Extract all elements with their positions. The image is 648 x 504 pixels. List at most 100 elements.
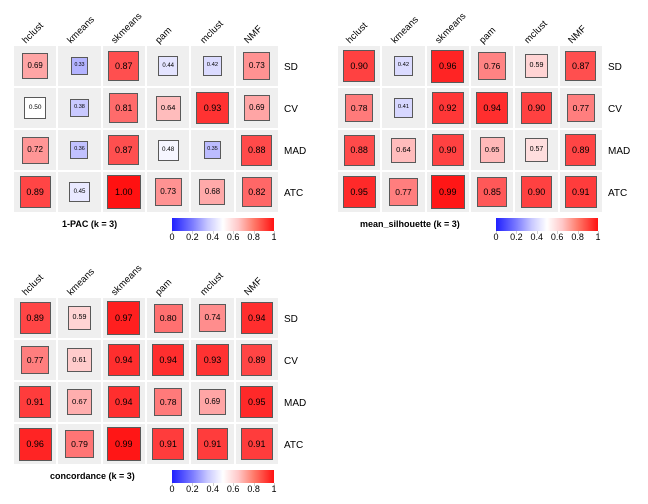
heatmap-cell-pam-sd[interactable]: 0.80 bbox=[147, 298, 192, 340]
legend-tick-labels: 0 0.2 0.4 0.6 0.8 1 bbox=[169, 483, 277, 498]
heatmap-cell-nmf-atc[interactable]: 0.91 bbox=[559, 172, 604, 214]
heatmap-cell-pam-sd[interactable]: 0.44 bbox=[147, 46, 192, 88]
legend-tick-0.2: 0.2 bbox=[186, 484, 199, 494]
heatmap-cell-skmeans-cv[interactable]: 0.81 bbox=[102, 88, 147, 130]
heatmap-cell-pam-atc[interactable]: 0.91 bbox=[147, 424, 192, 466]
heatmap-cell-skmeans-atc[interactable]: 0.99 bbox=[102, 424, 147, 466]
cell-square: 0.89 bbox=[241, 344, 273, 376]
heatmap-cell-skmeans-sd[interactable]: 0.97 bbox=[102, 298, 147, 340]
heatmap-cell-nmf-sd[interactable]: 0.94 bbox=[235, 298, 280, 340]
heatmap-cell-skmeans-cv[interactable]: 0.92 bbox=[426, 88, 471, 130]
heatmap-cell-kmeans-cv[interactable]: 0.61 bbox=[58, 340, 103, 382]
heatmap-cell-kmeans-sd[interactable]: 0.42 bbox=[382, 46, 427, 88]
heatmap-cell-skmeans-mad[interactable]: 0.94 bbox=[102, 382, 147, 424]
heatmap-cell-kmeans-atc[interactable]: 0.77 bbox=[382, 172, 427, 214]
heatmap-cell-kmeans-mad[interactable]: 0.64 bbox=[382, 130, 427, 172]
heatmap-cell-skmeans-atc[interactable]: 0.99 bbox=[426, 172, 471, 214]
heatmap-cell-pam-sd[interactable]: 0.76 bbox=[471, 46, 516, 88]
heatmap-cell-nmf-cv[interactable]: 0.77 bbox=[559, 88, 604, 130]
cell-square: 0.77 bbox=[566, 93, 595, 123]
heatmap-cell-hclust-atc[interactable]: 0.96 bbox=[14, 424, 59, 466]
heatmap-cell-pam-atc[interactable]: 0.85 bbox=[471, 172, 516, 214]
heatmap-cell-hclust-mad[interactable]: 0.88 bbox=[338, 130, 383, 172]
cell-value-label: 0.99 bbox=[115, 438, 133, 449]
heatmap-cell-hclust-atc[interactable]: 0.89 bbox=[14, 172, 59, 214]
cell-square: 0.82 bbox=[242, 177, 272, 207]
heatmap-cell-kmeans-mad[interactable]: 0.67 bbox=[58, 382, 103, 424]
heatmap-cell-hclust-mad[interactable]: 0.72 bbox=[14, 130, 59, 172]
heatmap-cell-kmeans-cv[interactable]: 0.38 bbox=[58, 88, 103, 130]
heatmap-cell-skmeans-cv[interactable]: 0.94 bbox=[102, 340, 147, 382]
heatmap-cell-nmf-cv[interactable]: 0.69 bbox=[235, 88, 280, 130]
heatmap-cell-pam-mad[interactable]: 0.78 bbox=[147, 382, 192, 424]
heatmap-cell-skmeans-atc[interactable]: 1.00 bbox=[102, 172, 147, 214]
cell-value-label: 0.93 bbox=[203, 354, 222, 365]
heatmap-row: 0.88 0.64 0.90 0.65 0.57 0.89 bbox=[338, 130, 604, 172]
heatmap-cell-nmf-mad[interactable]: 0.95 bbox=[235, 382, 280, 424]
heatmap-cell-mclust-mad[interactable]: 0.57 bbox=[515, 130, 560, 172]
heatmap-cell-hclust-cv[interactable]: 0.77 bbox=[14, 340, 59, 382]
legend-tick-1: 1 bbox=[595, 232, 601, 242]
cell-value-label: 0.94 bbox=[483, 102, 501, 113]
heatmap-cell-skmeans-sd[interactable]: 0.96 bbox=[426, 46, 471, 88]
cell-square: 0.87 bbox=[108, 50, 140, 82]
heatmap-cell-mclust-atc[interactable]: 0.90 bbox=[515, 172, 560, 214]
heatmap-cell-mclust-sd[interactable]: 0.42 bbox=[191, 46, 236, 88]
heatmap-cell-kmeans-atc[interactable]: 0.79 bbox=[58, 424, 103, 466]
column-header-mclust: mclust bbox=[521, 18, 550, 46]
column-header-hclust: hclust bbox=[20, 272, 47, 298]
heatmap-cell-skmeans-mad[interactable]: 0.87 bbox=[102, 130, 147, 172]
heatmap-cell-hclust-atc[interactable]: 0.95 bbox=[338, 172, 383, 214]
heatmap-cell-kmeans-sd[interactable]: 0.59 bbox=[58, 298, 103, 340]
heatmap-row: 0.77 0.61 0.94 0.94 0.93 0.89 bbox=[14, 340, 280, 382]
column-header-hclust: hclust bbox=[20, 20, 47, 46]
heatmap-cell-hclust-mad[interactable]: 0.91 bbox=[14, 382, 59, 424]
heatmap-cell-nmf-mad[interactable]: 0.89 bbox=[559, 130, 604, 172]
cell-square: 1.00 bbox=[106, 175, 141, 209]
heatmap-cell-nmf-atc[interactable]: 0.91 bbox=[235, 424, 280, 466]
cell-value-label: 0.57 bbox=[529, 145, 544, 153]
cell-square: 0.68 bbox=[199, 179, 226, 205]
heatmap-cell-nmf-sd[interactable]: 0.73 bbox=[235, 46, 280, 88]
legend-tick-0.4: 0.4 bbox=[530, 232, 544, 242]
heatmap-cell-nmf-atc[interactable]: 0.82 bbox=[235, 172, 280, 214]
heatmap-cell-mclust-sd[interactable]: 0.74 bbox=[191, 298, 236, 340]
column-header-skmeans: skmeans bbox=[433, 10, 469, 46]
heatmap-cell-nmf-sd[interactable]: 0.87 bbox=[559, 46, 604, 88]
heatmap-cell-mclust-mad[interactable]: 0.69 bbox=[191, 382, 236, 424]
heatmap-cell-skmeans-sd[interactable]: 0.87 bbox=[102, 46, 147, 88]
heatmap-cell-mclust-sd[interactable]: 0.59 bbox=[515, 46, 560, 88]
heatmap-row: 0.90 0.42 0.96 0.76 0.59 0.87 bbox=[338, 46, 604, 88]
heatmap-cell-pam-cv[interactable]: 0.94 bbox=[147, 340, 192, 382]
heatmap-cell-mclust-cv[interactable]: 0.93 bbox=[191, 88, 236, 130]
heatmap-cell-hclust-sd[interactable]: 0.69 bbox=[14, 46, 59, 88]
cell-value-label: 0.87 bbox=[115, 144, 133, 155]
heatmap-cell-kmeans-atc[interactable]: 0.45 bbox=[58, 172, 103, 214]
heatmap-cell-mclust-cv[interactable]: 0.93 bbox=[191, 340, 236, 382]
heatmap-cell-kmeans-cv[interactable]: 0.41 bbox=[382, 88, 427, 130]
heatmap-cell-kmeans-mad[interactable]: 0.36 bbox=[58, 130, 103, 172]
heatmap-cell-mclust-cv[interactable]: 0.90 bbox=[515, 88, 560, 130]
heatmap-cell-pam-mad[interactable]: 0.65 bbox=[471, 130, 516, 172]
heatmap-cell-pam-cv[interactable]: 0.94 bbox=[471, 88, 516, 130]
heatmap-cell-skmeans-mad[interactable]: 0.90 bbox=[426, 130, 471, 172]
legend-title: 1-PAC (k = 3) bbox=[62, 219, 118, 229]
cell-square: 0.41 bbox=[393, 98, 414, 118]
cell-value-label: 0.59 bbox=[72, 313, 87, 322]
legend-tick-0.8: 0.8 bbox=[247, 484, 260, 494]
heatmap-cell-kmeans-sd[interactable]: 0.33 bbox=[58, 46, 103, 88]
heatmap-cell-mclust-atc[interactable]: 0.91 bbox=[191, 424, 236, 466]
heatmap-cell-hclust-cv[interactable]: 0.78 bbox=[338, 88, 383, 130]
row-label-cv: CV bbox=[284, 355, 298, 367]
column-header-skmeans: skmeans bbox=[109, 262, 145, 298]
heatmap-cell-hclust-sd[interactable]: 0.90 bbox=[338, 46, 383, 88]
heatmap-cell-nmf-cv[interactable]: 0.89 bbox=[235, 340, 280, 382]
heatmap-cell-hclust-cv[interactable]: 0.50 bbox=[14, 88, 59, 130]
heatmap-cell-mclust-atc[interactable]: 0.68 bbox=[191, 172, 236, 214]
heatmap-cell-nmf-mad[interactable]: 0.88 bbox=[235, 130, 280, 172]
heatmap-cell-mclust-mad[interactable]: 0.35 bbox=[191, 130, 236, 172]
heatmap-cell-pam-cv[interactable]: 0.64 bbox=[147, 88, 192, 130]
heatmap-cell-pam-mad[interactable]: 0.48 bbox=[147, 130, 192, 172]
heatmap-cell-hclust-sd[interactable]: 0.89 bbox=[14, 298, 59, 340]
heatmap-cell-pam-atc[interactable]: 0.73 bbox=[147, 172, 192, 214]
